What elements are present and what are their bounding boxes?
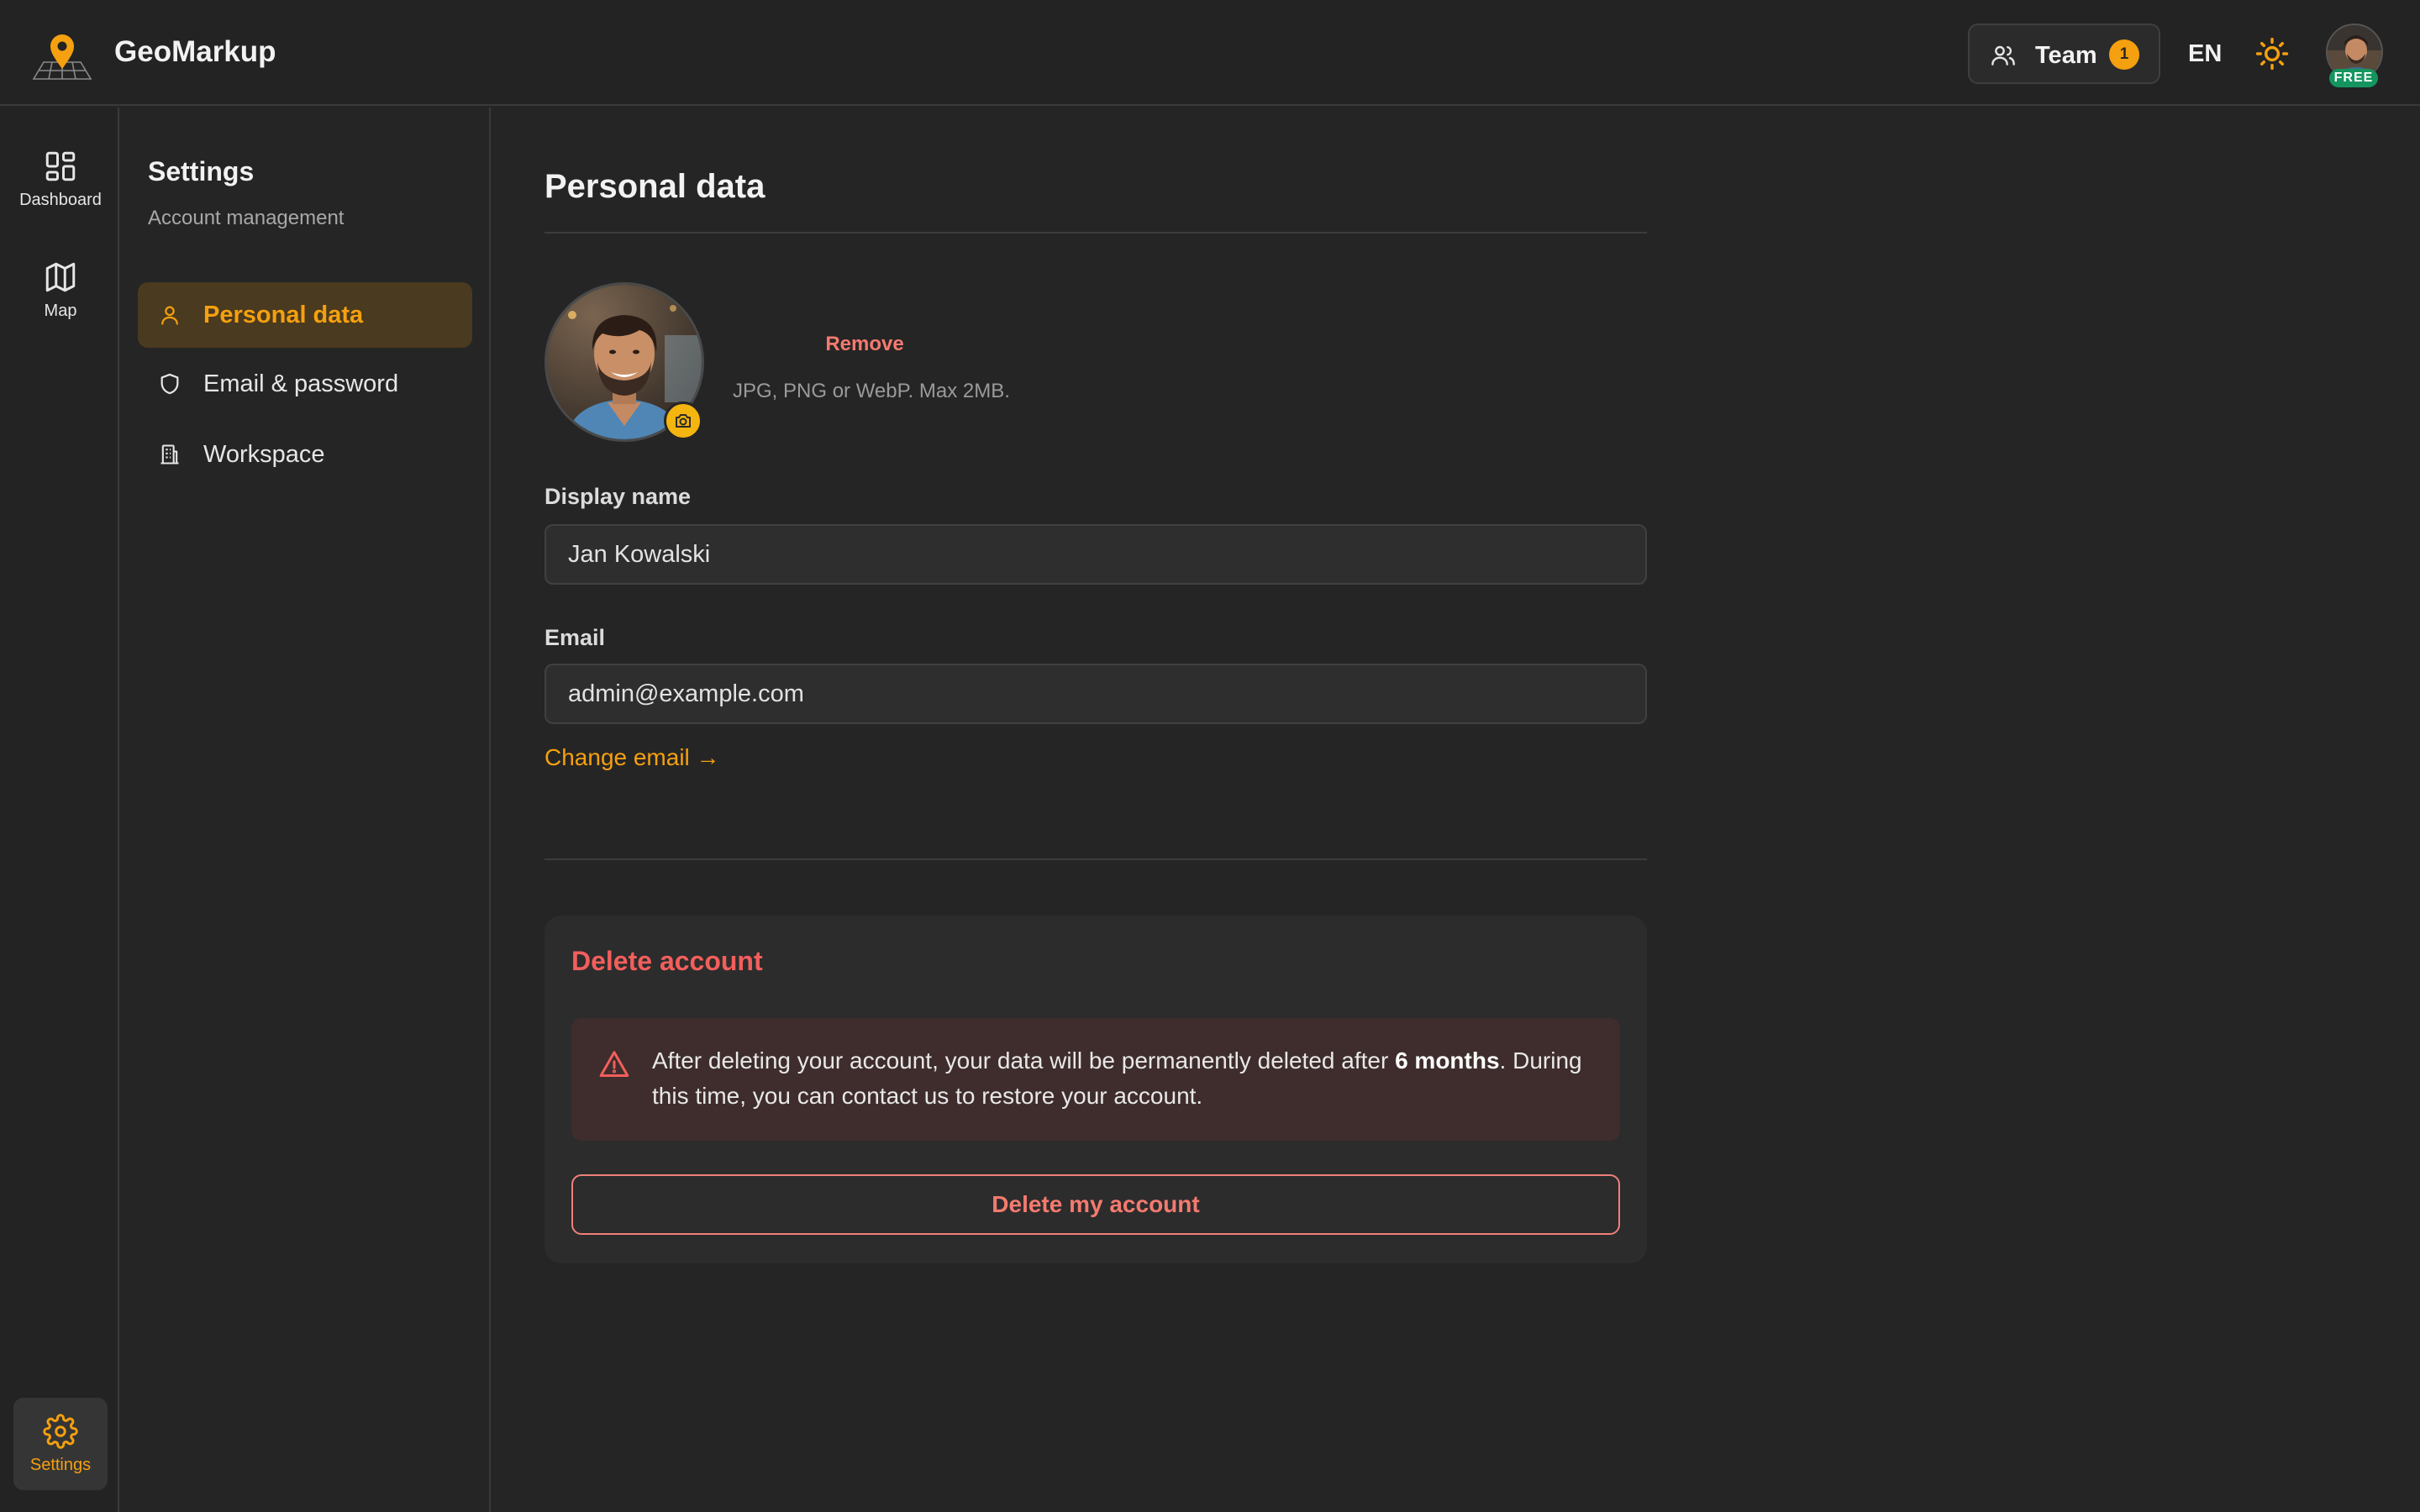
delete-warning-text: After deleting your account, your data w… bbox=[652, 1043, 1593, 1114]
team-count-badge: 1 bbox=[2109, 39, 2139, 70]
page-title: Personal data bbox=[544, 168, 765, 205]
gear-icon bbox=[43, 1413, 78, 1449]
settings-sidebar: Settings Account management Personal dat… bbox=[121, 108, 491, 1512]
rail-item-label: Dashboard bbox=[19, 190, 102, 209]
user-icon bbox=[158, 303, 182, 327]
rail-item-map[interactable]: Map bbox=[13, 244, 108, 336]
dashboard-icon bbox=[43, 149, 78, 184]
rail-item-dashboard[interactable]: Dashboard bbox=[13, 133, 108, 225]
map-icon bbox=[43, 260, 78, 295]
icon-rail: Dashboard Map Settings bbox=[0, 108, 119, 1512]
delete-warning-box: After deleting your account, your data w… bbox=[571, 1018, 1620, 1141]
team-label: Team bbox=[2035, 42, 2097, 69]
settings-title: Settings bbox=[148, 156, 255, 186]
delete-account-button[interactable]: Delete my account bbox=[571, 1174, 1620, 1235]
sidebar-item-email-password[interactable]: Email & password bbox=[138, 351, 472, 417]
sidebar-item-label: Personal data bbox=[203, 301, 364, 328]
delete-account-card: Delete account After deleting your accou… bbox=[544, 916, 1647, 1263]
sidebar-item-label: Email & password bbox=[203, 370, 399, 397]
camera-icon bbox=[673, 411, 693, 431]
display-name-label: Display name bbox=[544, 484, 692, 509]
warning-text-start: After deleting your account, your data w… bbox=[652, 1047, 1396, 1074]
change-email-link[interactable]: Change email → bbox=[544, 744, 720, 771]
plan-badge: FREE bbox=[2329, 69, 2378, 87]
sun-icon[interactable] bbox=[2254, 35, 2291, 72]
rail-item-label: Settings bbox=[29, 1455, 92, 1474]
photo-format-hint: JPG, PNG or WebP. Max 2MB. bbox=[733, 380, 1010, 402]
delete-account-title: Delete account bbox=[571, 946, 763, 976]
email-label: Email bbox=[544, 625, 606, 650]
settings-subtitle: Account management bbox=[148, 207, 345, 229]
logo-icon[interactable] bbox=[30, 32, 94, 82]
shield-icon bbox=[158, 372, 182, 396]
divider bbox=[544, 232, 1647, 234]
warning-text-period: 6 months bbox=[1395, 1047, 1500, 1074]
app-name: GeoMarkup bbox=[114, 35, 276, 68]
sidebar-item-personal-data[interactable]: Personal data bbox=[138, 282, 472, 348]
building-icon bbox=[158, 443, 182, 466]
divider bbox=[544, 858, 1647, 860]
sidebar-item-workspace[interactable]: Workspace bbox=[138, 422, 472, 487]
remove-photo-button[interactable]: Remove bbox=[805, 333, 924, 356]
sidebar-item-label: Workspace bbox=[203, 440, 325, 468]
language-switcher[interactable]: EN bbox=[2188, 40, 2222, 68]
change-photo-button[interactable] bbox=[664, 402, 702, 440]
email-field[interactable] bbox=[544, 664, 1647, 724]
rail-item-settings[interactable]: Settings bbox=[13, 1398, 108, 1490]
top-bar: GeoMarkup Team 1 EN FREE bbox=[0, 0, 2420, 106]
rail-item-label: Map bbox=[44, 301, 77, 320]
warning-icon bbox=[598, 1048, 630, 1080]
display-name-field[interactable] bbox=[544, 524, 1647, 585]
profile-avatar-section bbox=[544, 282, 704, 442]
team-button[interactable]: Team 1 bbox=[1968, 24, 2160, 84]
users-icon bbox=[1990, 42, 2017, 69]
